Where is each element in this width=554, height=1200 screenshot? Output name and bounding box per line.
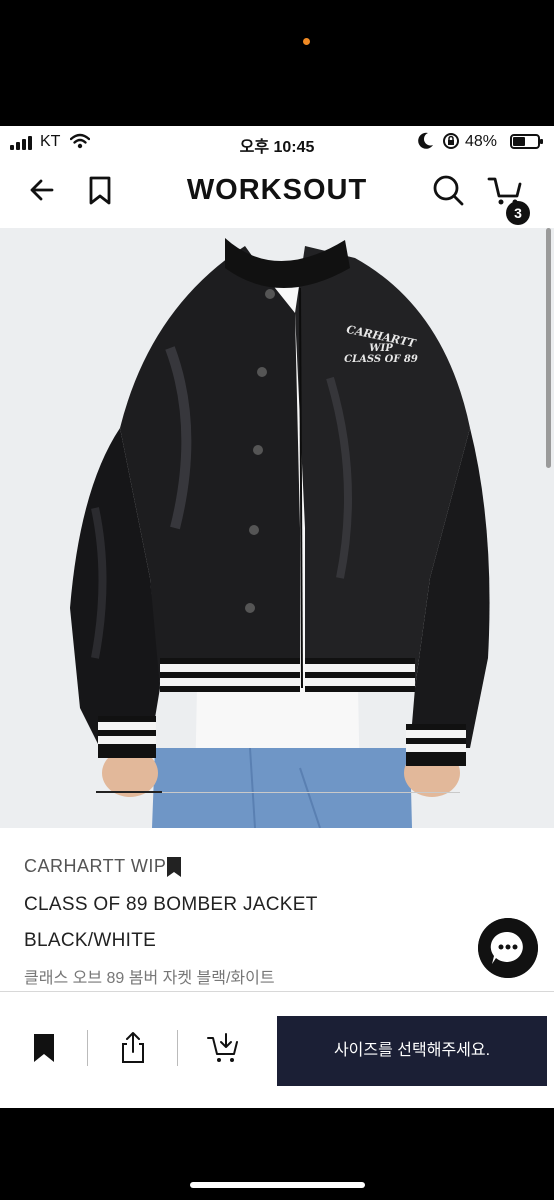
add-to-cart-icon[interactable] [206,1030,242,1066]
chat-bubble-icon[interactable] [478,918,538,978]
product-info: CARHARTT WIP CLASS OF 89 BOMBER JACKET B… [0,828,554,988]
battery-icon [510,134,543,149]
search-icon[interactable] [428,170,468,210]
camera-indicator-dot [303,38,310,45]
battery-level-fill [513,137,525,146]
bottom-action-bar: 사이즈를 선택해주세요. [0,992,554,1108]
app-header: WORKSOUT 3 [0,158,554,228]
product-name-korean: 클래스 오브 89 봄버 자켓 블랙/화이트 [24,970,275,987]
product-name: CLASS OF 89 BOMBER JACKET [24,894,318,915]
home-indicator[interactable] [190,1182,365,1188]
chest-patch: CARHARTT WIP CLASS OF 89 [336,323,426,365]
status-bar: KT 오후 10:45 48% [0,126,554,158]
select-size-button[interactable]: 사이즈를 선택해주세요. [277,1016,547,1086]
separator [177,1030,178,1066]
bookmark-filled-icon[interactable] [26,1030,62,1066]
product-brand[interactable]: CARHARTT WIP [24,856,166,877]
brand-bookmark-icon[interactable] [165,856,183,878]
orientation-lock-icon [443,133,459,149]
carousel-position-indicator [96,791,162,793]
cart-count-badge: 3 [506,201,530,225]
chest-patch-line: CLASS OF 89 [344,354,418,365]
device-top-bezel [0,0,554,126]
scroll-indicator [546,228,551,468]
battery-percent: 48% [465,133,498,150]
share-icon[interactable] [115,1030,151,1066]
product-color: BLACK/WHITE [24,930,157,951]
store-logo[interactable]: WORKSOUT [0,174,554,207]
moon-icon [418,132,433,149]
app-screen: KT 오후 10:45 48% WORKSOUT 3 CARHARTT WIP … [0,126,554,1108]
jacket-photo [70,238,490,828]
separator [87,1030,88,1066]
product-image[interactable]: CARHARTT WIP CLASS OF 89 [0,228,554,828]
